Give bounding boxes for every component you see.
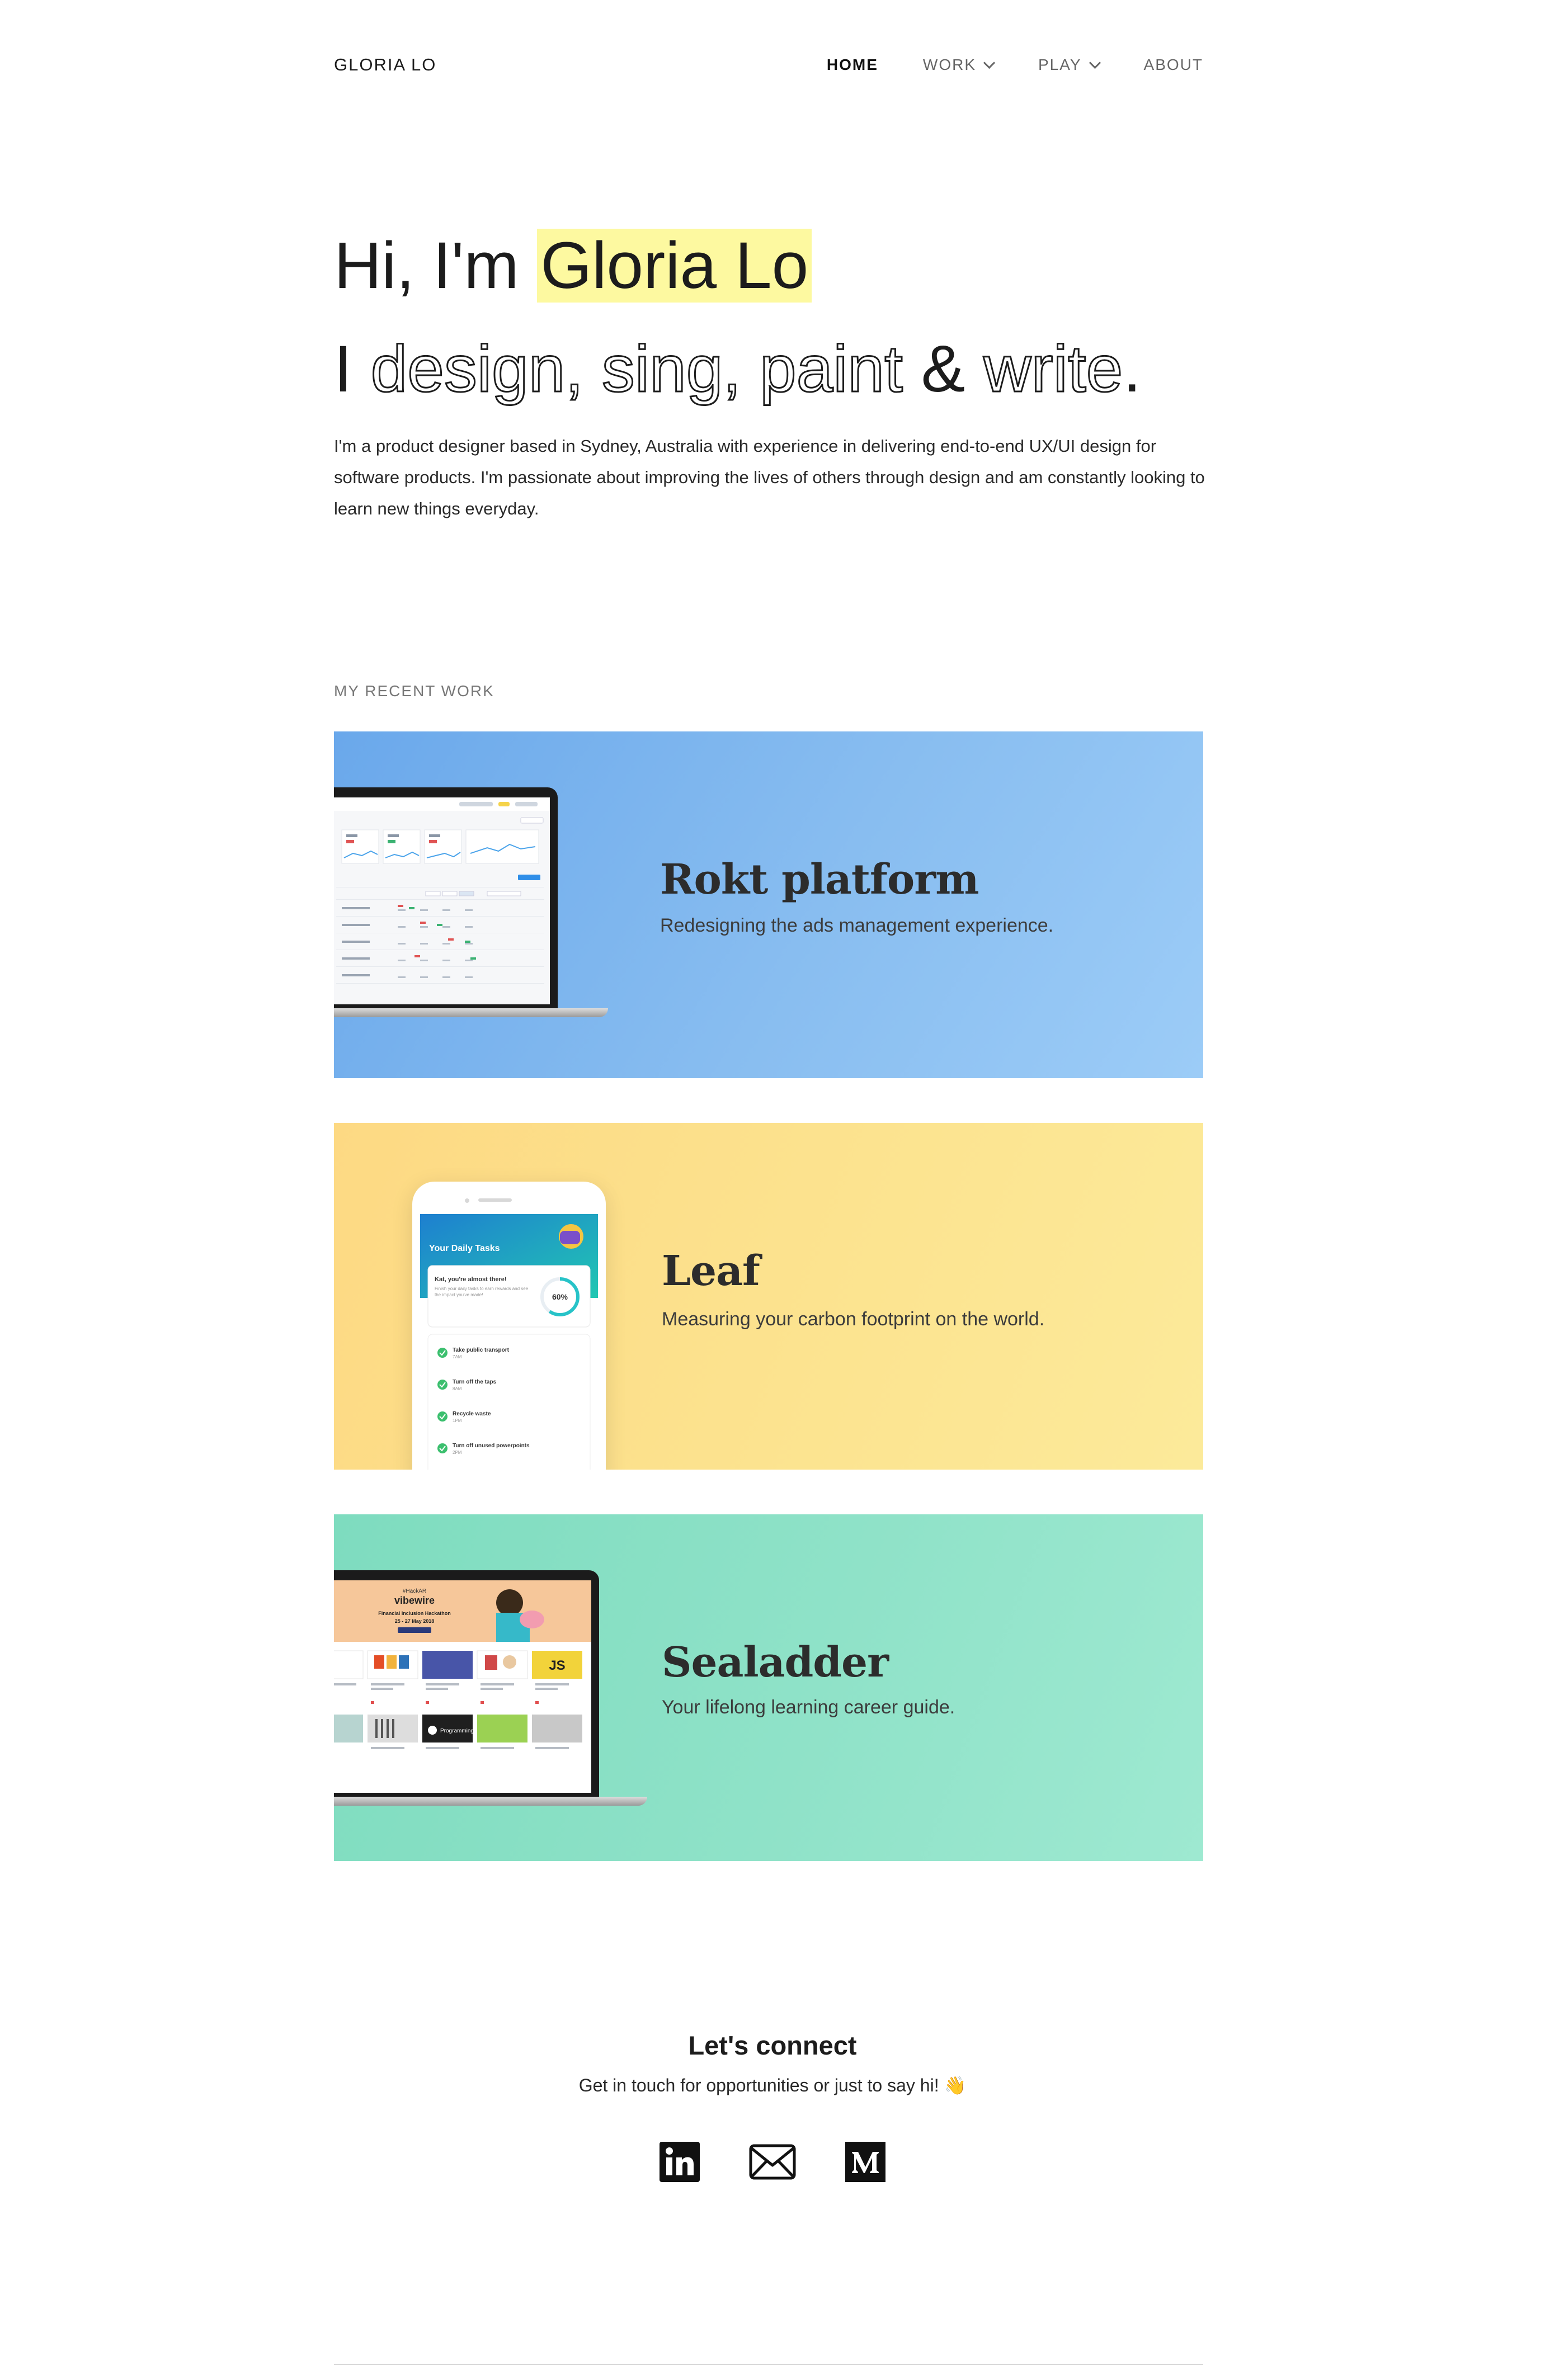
sealadder-banner-date: 25 - 27 May 2018 bbox=[395, 1618, 435, 1624]
leaf-task-label: Turn off the taps bbox=[453, 1379, 497, 1385]
project-subtitle-sealadder: Your lifelong learning career guide. bbox=[662, 1697, 955, 1718]
nav-work[interactable]: WORK bbox=[922, 56, 996, 74]
hero-activity-paint: paint bbox=[759, 332, 903, 407]
nav-work-label: WORK bbox=[922, 56, 976, 73]
medium-icon bbox=[845, 2142, 885, 2182]
connect-subtitle: Get in touch for opportunities or just t… bbox=[578, 2075, 967, 2095]
rokt-dashboard-screenshot bbox=[334, 797, 550, 1004]
chevron-down-icon bbox=[1089, 56, 1101, 69]
project-subtitle-rokt: Redesigning the ads management experienc… bbox=[660, 915, 1054, 936]
project-title-leaf: Leaf bbox=[662, 1247, 760, 1295]
nav-about-label: ABOUT bbox=[1143, 56, 1203, 73]
leaf-task-label: Turn off unused powerpoints bbox=[453, 1443, 530, 1449]
leaf-task-time: 7AM bbox=[453, 1354, 462, 1359]
hero-tagline: I design, sing, paint & write. bbox=[334, 330, 1203, 408]
hero-activity-sing: sing, bbox=[601, 332, 742, 407]
hero-ampersand: & bbox=[921, 332, 965, 406]
recent-work-label: MY RECENT WORK bbox=[334, 682, 494, 700]
site-brand[interactable]: GLORIA LO bbox=[334, 55, 436, 75]
main-nav: HOME WORK PLAY ABOUT bbox=[782, 56, 1203, 74]
nav-home-label: HOME bbox=[826, 56, 878, 73]
site-header: GLORIA LO HOME WORK PLAY ABOUT bbox=[334, 53, 1203, 77]
laptop-mockup bbox=[334, 787, 614, 1022]
hero-greeting-text: Hi, I'm bbox=[334, 229, 519, 303]
chevron-down-icon bbox=[983, 56, 996, 69]
leaf-task-label: Recycle waste bbox=[453, 1411, 491, 1417]
leaf-app-header: Your Daily Tasks bbox=[429, 1244, 500, 1253]
leaf-card-title: Kat, you're almost there! bbox=[435, 1276, 507, 1283]
project-card-leaf[interactable]: Your Daily Tasks Kat, you're almost ther… bbox=[334, 1123, 1203, 1470]
leaf-task-time: 2PM bbox=[453, 1450, 462, 1455]
hero-name: Gloria Lo bbox=[537, 229, 812, 303]
sealadder-banner-small: #HackAR bbox=[403, 1588, 426, 1594]
project-title-sealadder: Sealadder bbox=[662, 1638, 889, 1687]
mail-icon bbox=[749, 2144, 796, 2180]
project-title-rokt: Rokt platform bbox=[660, 856, 979, 904]
leaf-task-time: 1PM bbox=[453, 1418, 462, 1423]
nav-play-label: PLAY bbox=[1038, 56, 1082, 73]
sealadder-js-tile: JS bbox=[549, 1658, 565, 1673]
email-link[interactable] bbox=[746, 2141, 799, 2183]
hero-activity-design: design, bbox=[370, 332, 585, 407]
sealadder-banner-brand: vibewire bbox=[394, 1595, 435, 1606]
footer-divider bbox=[334, 2364, 1203, 2365]
phone-mockup: Your Daily Tasks Kat, you're almost ther… bbox=[412, 1182, 606, 1470]
medium-link[interactable] bbox=[844, 2141, 887, 2183]
linkedin-link[interactable] bbox=[658, 2141, 701, 2183]
hero-greeting: Hi, I'm Gloria Lo bbox=[334, 226, 1203, 305]
hero-activity-write: write bbox=[983, 332, 1124, 407]
nav-about[interactable]: ABOUT bbox=[1144, 56, 1203, 74]
leaf-task-label: Take public transport bbox=[453, 1347, 510, 1353]
project-subtitle-leaf: Measuring your carbon footprint on the w… bbox=[662, 1309, 1045, 1330]
laptop-mockup: #HackAR vibewire Financial Inclusion Hac… bbox=[334, 1570, 647, 1811]
project-card-rokt[interactable]: Rokt platform Redesigning the ads manage… bbox=[334, 731, 1203, 1078]
sealadder-banner-title: Financial Inclusion Hackathon bbox=[378, 1611, 451, 1616]
leaf-progress-value: 60% bbox=[552, 1292, 568, 1301]
sealadder-programming-tile: Programming bbox=[440, 1728, 474, 1734]
nav-play[interactable]: PLAY bbox=[1038, 56, 1101, 74]
social-links bbox=[0, 2141, 1545, 2183]
nav-home[interactable]: HOME bbox=[827, 56, 878, 74]
leaf-task-time: 8AM bbox=[453, 1386, 462, 1391]
hero-description: I'm a product designer based in Sydney, … bbox=[334, 436, 1205, 518]
leaf-card-text: Finish your daily tasks to earn rewards … bbox=[435, 1286, 529, 1297]
hero-period: . bbox=[1123, 332, 1142, 406]
leaf-app-screenshot: Your Daily Tasks Kat, you're almost ther… bbox=[420, 1214, 598, 1470]
hero-tagline-prefix: I bbox=[334, 332, 352, 406]
project-card-sealadder[interactable]: #HackAR vibewire Financial Inclusion Hac… bbox=[334, 1514, 1203, 1861]
connect-title: Let's connect bbox=[688, 2030, 857, 2060]
linkedin-icon bbox=[660, 2142, 700, 2182]
sealadder-screenshot: #HackAR vibewire Financial Inclusion Hac… bbox=[334, 1580, 591, 1793]
